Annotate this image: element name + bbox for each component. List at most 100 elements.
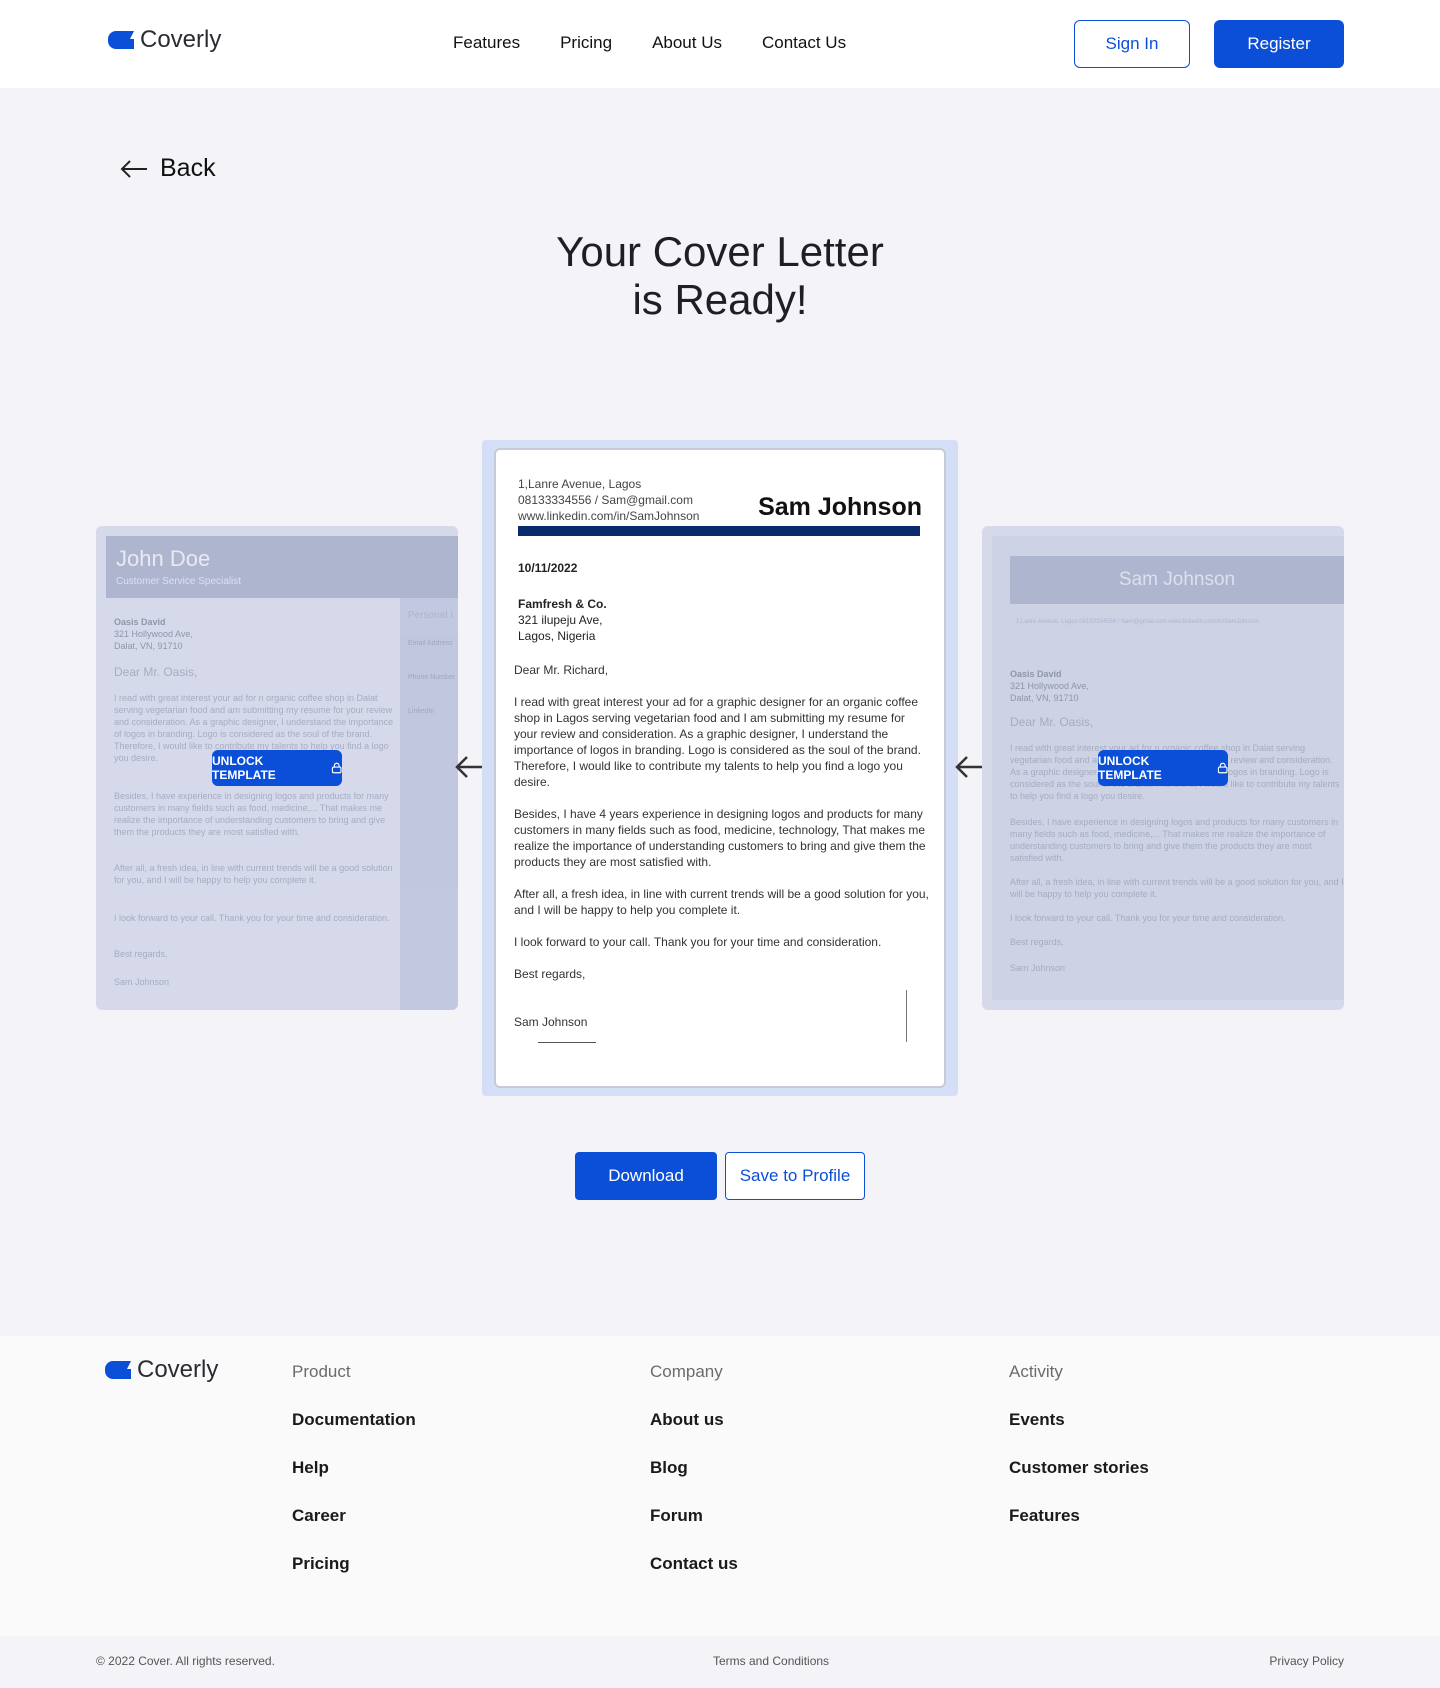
footer-link[interactable]: Help	[292, 1458, 416, 1506]
template-card-left[interactable]: John Doe Customer Service Specialist Per…	[96, 526, 458, 1010]
left-signature: Sam Johnson	[114, 977, 170, 987]
footer-brand-logo[interactable]: Coverly	[105, 1356, 218, 1384]
footer-link[interactable]: Career	[292, 1506, 416, 1554]
terms-link[interactable]: Terms and Conditions	[713, 1654, 829, 1668]
letter-paragraph-2: Besides, I have 4 years experience in de…	[514, 807, 926, 869]
right-signature: Sam Johnson	[1010, 963, 1066, 973]
nav-about[interactable]: About Us	[652, 33, 722, 53]
letter-linkedin: www.linkedin.com/in/SamJohnson	[518, 509, 700, 523]
back-label: Back	[160, 154, 216, 182]
left-recipient-1: Oasis David	[114, 617, 166, 627]
left-greeting: Dear Mr. Oasis,	[114, 665, 198, 679]
logo-mark-icon	[105, 1361, 131, 1379]
text-cursor	[906, 990, 907, 1042]
title-line-1: Your Cover Letter	[556, 228, 884, 275]
lock-icon	[1217, 762, 1228, 774]
left-closing: Best regards,	[114, 949, 168, 959]
footer-link[interactable]: Events	[1009, 1410, 1149, 1458]
nav-pricing[interactable]: Pricing	[560, 33, 612, 53]
right-recipient-2: 321 Hollywood Ave,	[1010, 681, 1089, 691]
footer-link[interactable]: Blog	[650, 1458, 738, 1506]
signature-line	[538, 1042, 596, 1043]
letter-address: 1,Lanre Avenue, Lagos	[518, 477, 642, 491]
letter-paragraph-1: I read with great interest your ad for a…	[514, 695, 921, 789]
footer-link[interactable]: Forum	[650, 1506, 738, 1554]
letter-paragraph-3: After all, a fresh idea, in line with cu…	[514, 887, 929, 917]
save-to-profile-button[interactable]: Save to Profile	[725, 1152, 865, 1200]
footer-link[interactable]: Pricing	[292, 1554, 416, 1602]
unlock-template-right-button[interactable]: UNLOCK TEMPLATE	[1098, 750, 1228, 786]
arrow-left-icon[interactable]	[454, 754, 484, 780]
template-card-right[interactable]: Sam Johnson 1,Lanre Avenue, Lagos 081333…	[982, 526, 1344, 1010]
footer-heading: Company	[650, 1362, 723, 1381]
right-closing: Best regards,	[1010, 937, 1064, 947]
left-recipient-2: 321 Hollywood Ave,	[114, 629, 193, 639]
left-template-field-2: Phone Number	[408, 674, 456, 681]
unlock-template-left-button[interactable]: UNLOCK TEMPLATE	[212, 750, 342, 786]
footer-bottom-bar: © 2022 Cover. All rights reserved. Terms…	[0, 1636, 1440, 1688]
right-para-2: Besides, I have experience in designing …	[1010, 817, 1339, 863]
footer-link[interactable]: Features	[1009, 1506, 1149, 1554]
unlock-label: UNLOCK TEMPLATE	[1098, 754, 1162, 782]
letter-name: Sam Johnson	[758, 493, 922, 521]
arrow-left-icon	[120, 159, 147, 178]
left-template-sidebar	[400, 598, 458, 1010]
unlock-label: UNLOCK TEMPLATE	[212, 754, 276, 782]
right-para-4: I look forward to your call. Thank you f…	[1010, 913, 1286, 923]
left-para-2: Besides, I have experience in designing …	[114, 791, 389, 837]
brand-name: Coverly	[140, 26, 222, 53]
main-nav: Features Pricing About Us Contact Us	[453, 33, 846, 53]
back-link[interactable]: Back	[120, 154, 216, 183]
right-para-3: After all, a fresh idea, in line with cu…	[1010, 877, 1344, 899]
sign-in-button[interactable]: Sign In	[1074, 20, 1190, 68]
left-recipient-3: Dalat, VN, 91710	[114, 641, 183, 651]
footer-link[interactable]: About us	[650, 1410, 738, 1458]
footer-heading: Product	[292, 1362, 351, 1381]
footer-column-company: Company About us Blog Forum Contact us	[650, 1362, 738, 1602]
right-recipient-3: Dalat, VN, 91710	[1010, 693, 1079, 703]
privacy-link[interactable]: Privacy Policy	[1269, 1654, 1344, 1668]
right-greeting: Dear Mr. Oasis,	[1010, 715, 1094, 729]
left-template-side-heading: Personal I	[408, 610, 454, 621]
letter-paragraph-4: I look forward to your call. Thank you f…	[514, 935, 882, 949]
download-button[interactable]: Download	[575, 1152, 717, 1200]
site-header: Coverly Features Pricing About Us Contac…	[0, 0, 1440, 88]
lock-icon	[331, 762, 342, 774]
page-title: Your Cover Letter is Ready!	[420, 228, 1020, 324]
letter-company: Famfresh & Co.	[518, 597, 607, 611]
footer-column-product: Product Documentation Help Career Pricin…	[292, 1362, 416, 1602]
footer-brand-name: Coverly	[137, 1356, 219, 1383]
letter-phone-email: 08133334556 / Sam@gmail.com	[518, 493, 693, 507]
footer-heading: Activity	[1009, 1362, 1063, 1381]
left-template-field-1: Email Address	[408, 640, 453, 647]
left-template-name: John Doe	[116, 546, 211, 571]
footer-column-activity: Activity Events Customer stories Feature…	[1009, 1362, 1149, 1554]
cover-letter-preview: 1,Lanre Avenue, Lagos 08133334556 / Sam@…	[494, 448, 946, 1088]
letter-greeting: Dear Mr. Richard,	[514, 663, 609, 677]
register-button[interactable]: Register	[1214, 20, 1344, 68]
left-template-role: Customer Service Specialist	[116, 576, 242, 587]
copyright: © 2022 Cover. All rights reserved.	[96, 1654, 275, 1668]
letter-header-rule	[518, 526, 920, 536]
nav-features[interactable]: Features	[453, 33, 520, 53]
left-template-field-3: LinkedIn	[408, 708, 435, 715]
logo-mark-icon	[108, 31, 134, 49]
brand-logo[interactable]: Coverly	[108, 26, 221, 54]
arrow-left-icon[interactable]	[954, 754, 984, 780]
letter-company-city: Lagos, Nigeria	[518, 629, 596, 643]
footer-link[interactable]: Customer stories	[1009, 1458, 1149, 1506]
letter-date: 10/11/2022	[518, 561, 578, 575]
left-para-4: I look forward to your call. Thank you f…	[114, 913, 390, 923]
selected-letter-frame: 1,Lanre Avenue, Lagos 08133334556 / Sam@…	[482, 440, 958, 1096]
footer-link[interactable]: Documentation	[292, 1410, 416, 1458]
left-para-3: After all, a fresh idea, in line with cu…	[114, 863, 393, 885]
letter-signature: Sam Johnson	[514, 1015, 588, 1029]
right-recipient-1: Oasis David	[1010, 669, 1062, 679]
nav-contact[interactable]: Contact Us	[762, 33, 846, 53]
letter-closing: Best regards,	[514, 967, 586, 981]
letter-company-street: 321 ilupeju Ave,	[518, 613, 603, 627]
title-line-2: is Ready!	[632, 276, 808, 323]
footer-link[interactable]: Contact us	[650, 1554, 738, 1602]
right-template-contact: 1,Lanre Avenue, Lagos 08133334556 / Sam@…	[1016, 619, 1260, 625]
right-template-name: Sam Johnson	[1118, 569, 1236, 590]
